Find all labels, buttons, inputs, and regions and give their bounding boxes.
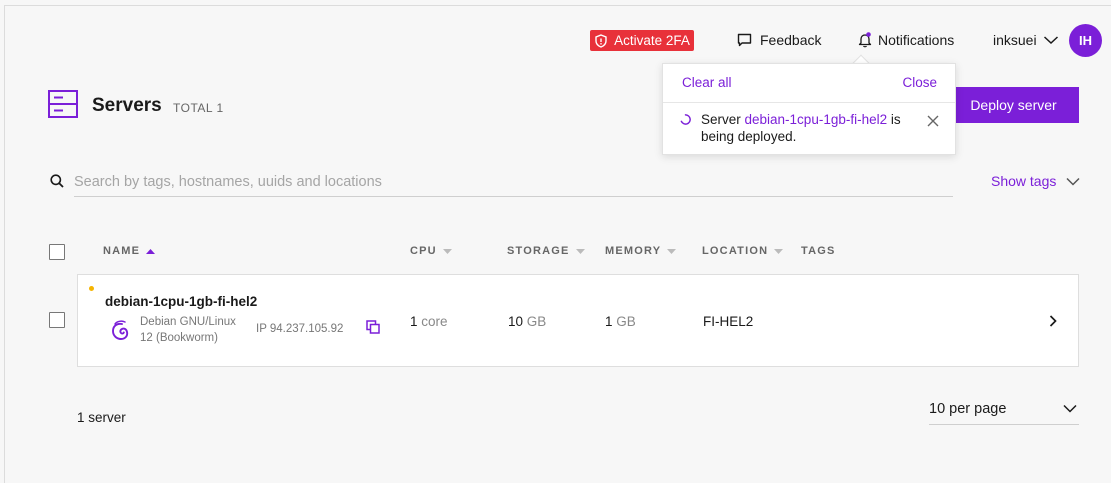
- sort-caret-icon: [442, 248, 452, 254]
- cpu-value: 1: [410, 314, 418, 329]
- notification-prefix: Server: [701, 112, 745, 127]
- chevron-down-icon: [1043, 36, 1058, 45]
- status-indicator: [89, 286, 94, 291]
- deploy-server-button[interactable]: Deploy server: [940, 87, 1079, 123]
- sort-asc-icon: [146, 248, 156, 254]
- ip-address: IP 94.237.105.92: [256, 323, 344, 335]
- sort-caret-icon: [774, 248, 784, 254]
- memory-value: 1: [605, 314, 613, 329]
- bell-icon: [858, 32, 872, 48]
- copy-icon[interactable]: [366, 320, 380, 334]
- username: inksuei: [993, 32, 1037, 48]
- column-header-tags: TAGS: [801, 245, 836, 257]
- column-header-cpu[interactable]: CPU: [410, 245, 452, 257]
- column-header-label: MEMORY: [605, 245, 662, 257]
- sort-caret-icon: [667, 248, 677, 254]
- chevron-right-icon[interactable]: [1049, 315, 1057, 327]
- storage-value: 10: [508, 314, 524, 329]
- per-page-value: 10 per page: [929, 400, 1007, 417]
- chat-bubble-icon: [737, 33, 752, 47]
- activate-2fa-label: Activate 2FA: [614, 33, 690, 48]
- column-header-label: LOCATION: [702, 245, 769, 257]
- server-count: 1 server: [77, 410, 126, 425]
- memory-cell: 1 GB: [605, 314, 636, 329]
- chevron-down-icon[interactable]: [1066, 177, 1080, 186]
- column-header-memory[interactable]: MEMORY: [605, 245, 677, 257]
- close-popup-button[interactable]: Close: [902, 75, 937, 90]
- column-header-storage[interactable]: STORAGE: [507, 245, 585, 257]
- storage-cell: 10 GB: [508, 314, 546, 329]
- shield-alert-icon: [595, 33, 607, 48]
- cpu-unit: core: [421, 314, 448, 329]
- os-label: Debian GNU/Linux 12 (Bookworm): [140, 314, 236, 346]
- server-hostname: debian-1cpu-1gb-fi-hel2: [105, 294, 258, 309]
- column-header-label: CPU: [410, 245, 437, 257]
- spinner-icon: [680, 114, 691, 125]
- feedback-label: Feedback: [760, 32, 822, 48]
- column-header-label: STORAGE: [507, 245, 570, 257]
- cpu-cell: 1 core: [410, 314, 448, 329]
- notification-message: Server debian-1cpu-1gb-fi-hel2 is being …: [701, 111, 911, 145]
- activate-2fa-button[interactable]: Activate 2FA: [590, 30, 694, 51]
- total-count: TOTAL 1: [173, 101, 224, 115]
- notifications-link[interactable]: Notifications: [858, 32, 954, 48]
- table-row[interactable]: debian-1cpu-1gb-fi-hel2 Debian GNU/Linux…: [77, 274, 1079, 367]
- memory-unit: GB: [616, 314, 636, 329]
- search-input[interactable]: [74, 168, 953, 197]
- location-cell: FI-HEL2: [703, 314, 754, 329]
- user-menu[interactable]: inksuei: [993, 32, 1059, 48]
- notifications-label: Notifications: [878, 32, 955, 48]
- popup-divider: [663, 102, 955, 103]
- show-tags-button[interactable]: Show tags: [991, 173, 1056, 189]
- sort-caret-icon: [575, 248, 585, 254]
- per-page-select[interactable]: 10 per page: [929, 393, 1079, 425]
- chevron-down-icon: [1063, 404, 1077, 413]
- row-checkbox[interactable]: [49, 312, 65, 328]
- clear-all-button[interactable]: Clear all: [682, 75, 732, 90]
- os-name: Debian GNU/Linux: [140, 316, 236, 328]
- column-header-label: NAME: [103, 245, 141, 257]
- column-header-name[interactable]: NAME: [103, 245, 156, 257]
- select-all-checkbox[interactable]: [49, 244, 65, 260]
- search-icon: [50, 174, 64, 188]
- column-header-label: TAGS: [801, 245, 836, 257]
- feedback-link[interactable]: Feedback: [737, 32, 821, 48]
- os-version: 12 (Bookworm): [140, 332, 218, 344]
- avatar[interactable]: IH: [1069, 24, 1102, 57]
- storage-unit: GB: [526, 314, 547, 329]
- page-title: Servers: [92, 95, 162, 116]
- notifications-popup: Clear all Close Server debian-1cpu-1gb-f…: [662, 63, 956, 155]
- close-icon[interactable]: [927, 115, 939, 127]
- servers-icon: [48, 90, 78, 118]
- notification-server-link[interactable]: debian-1cpu-1gb-fi-hel2: [745, 112, 888, 127]
- column-header-location[interactable]: LOCATION: [702, 245, 784, 257]
- debian-logo-icon: [112, 320, 129, 340]
